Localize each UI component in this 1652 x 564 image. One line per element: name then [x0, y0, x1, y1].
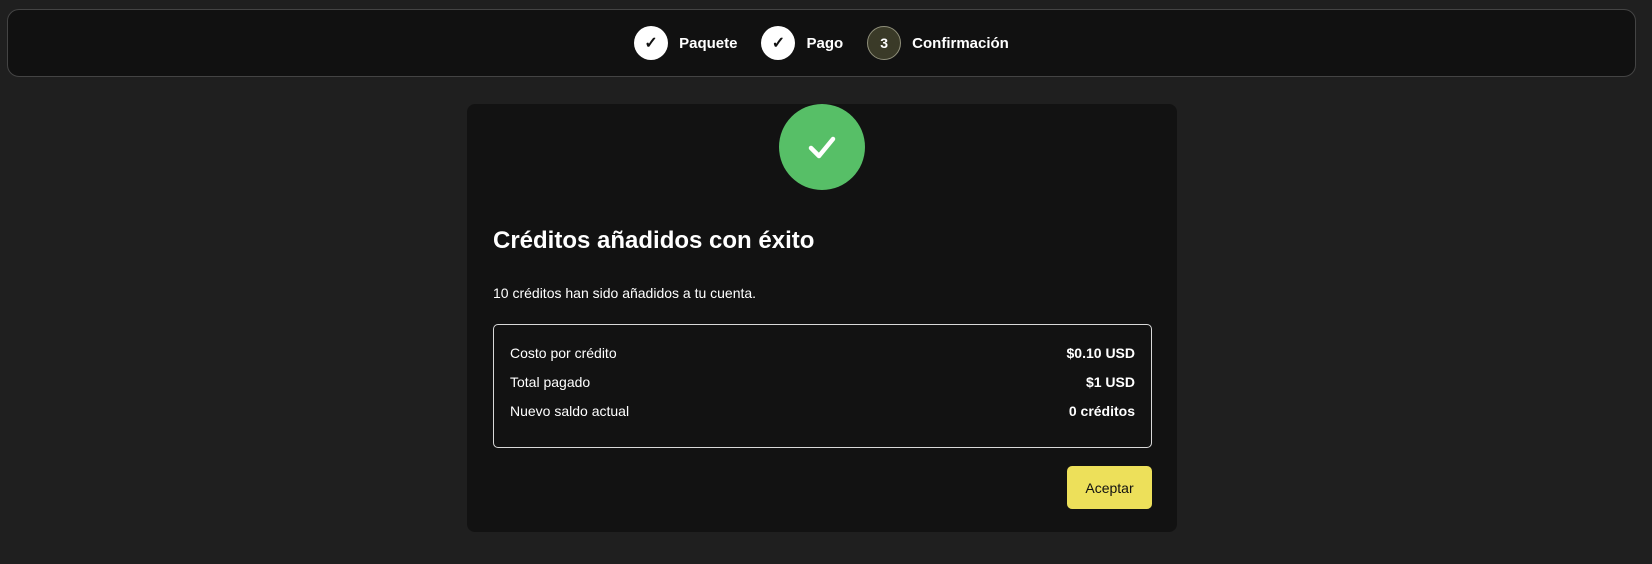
- summary-row-total-paid: Total pagado $1 USD: [510, 374, 1135, 403]
- step-package: ✓ Paquete: [634, 26, 737, 60]
- step-payment-label: Pago: [806, 34, 844, 52]
- page-title: Créditos añadidos con éxito: [493, 227, 815, 254]
- confirmation-message: 10 créditos han sido añadidos a tu cuent…: [493, 285, 757, 301]
- step-payment: ✓ Pago: [761, 26, 843, 60]
- success-badge: [779, 104, 865, 190]
- summary-value: 0 créditos: [1068, 403, 1135, 419]
- summary-label: Total pagado: [510, 374, 591, 390]
- step-confirmation-label: Confirmación: [912, 34, 1009, 52]
- step-confirmation-number: 3: [867, 26, 902, 60]
- purchase-summary: Costo por crédito $0.10 USD Total pagado…: [493, 324, 1152, 448]
- summary-label: Nuevo saldo actual: [510, 403, 630, 419]
- checkout-stepper: ✓ Paquete ✓ Pago 3 Confirmación: [7, 9, 1636, 77]
- step-package-label: Paquete: [679, 34, 738, 52]
- summary-label: Costo por crédito: [510, 345, 617, 361]
- summary-value: $0.10 USD: [1066, 345, 1135, 361]
- summary-value: $1 USD: [1085, 374, 1135, 390]
- confirmation-card: Créditos añadidos con éxito 10 créditos …: [467, 104, 1177, 532]
- accept-button[interactable]: Aceptar: [1067, 466, 1152, 509]
- summary-row-new-balance: Nuevo saldo actual 0 créditos: [510, 403, 1135, 432]
- summary-row-cost-per-credit: Costo por crédito $0.10 USD: [510, 345, 1135, 374]
- step-payment-check-icon: ✓: [761, 26, 796, 60]
- checkmark-icon: [808, 136, 836, 159]
- step-confirmation: 3 Confirmación: [867, 26, 1009, 60]
- step-package-check-icon: ✓: [634, 26, 669, 60]
